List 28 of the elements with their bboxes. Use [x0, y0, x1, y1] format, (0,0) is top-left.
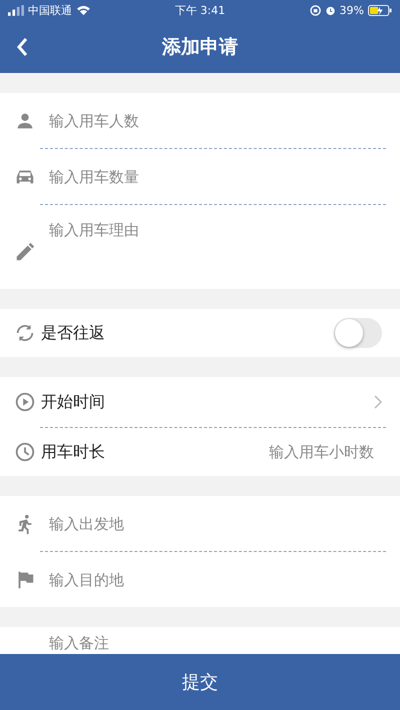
- battery-icon: [368, 4, 392, 16]
- rotation-lock-icon: [310, 4, 321, 16]
- input-field[interactable]: 输入用车数量: [49, 166, 382, 188]
- chevron-left-icon: [16, 37, 28, 57]
- input-field[interactable]: 输入用车小时数: [208, 441, 374, 463]
- battery-percent: 39%: [340, 4, 364, 16]
- input-field[interactable]: 输入备注: [0, 627, 400, 654]
- row-label[interactable]: 开始时间: [41, 392, 374, 412]
- carrier-name: 中国联通: [28, 2, 72, 18]
- input-field[interactable]: 输入出发地: [49, 512, 382, 534]
- input-field[interactable]: 输入用车人数: [49, 110, 382, 132]
- input-field[interactable]: 输入目的地: [49, 568, 382, 590]
- alarm-icon: [324, 4, 336, 16]
- play-icon: [14, 391, 36, 413]
- row-label: 用车时长: [41, 442, 106, 462]
- clock-icon: [14, 441, 36, 463]
- chevron-right-icon: [374, 395, 382, 409]
- sync-icon: [14, 322, 36, 344]
- page-title: 添加申请: [162, 34, 238, 60]
- clock-time: 下午 3:41: [174, 2, 226, 18]
- toggle-switch[interactable]: [334, 318, 382, 348]
- back-button[interactable]: [14, 35, 30, 59]
- wifi-icon: [76, 4, 91, 16]
- row-label: 是否往返: [41, 322, 106, 344]
- pencil-icon: [14, 241, 36, 263]
- submit-button[interactable]: 提交: [0, 654, 400, 710]
- text-area[interactable]: 输入用车理由: [49, 221, 382, 261]
- signal-icon: [8, 4, 24, 16]
